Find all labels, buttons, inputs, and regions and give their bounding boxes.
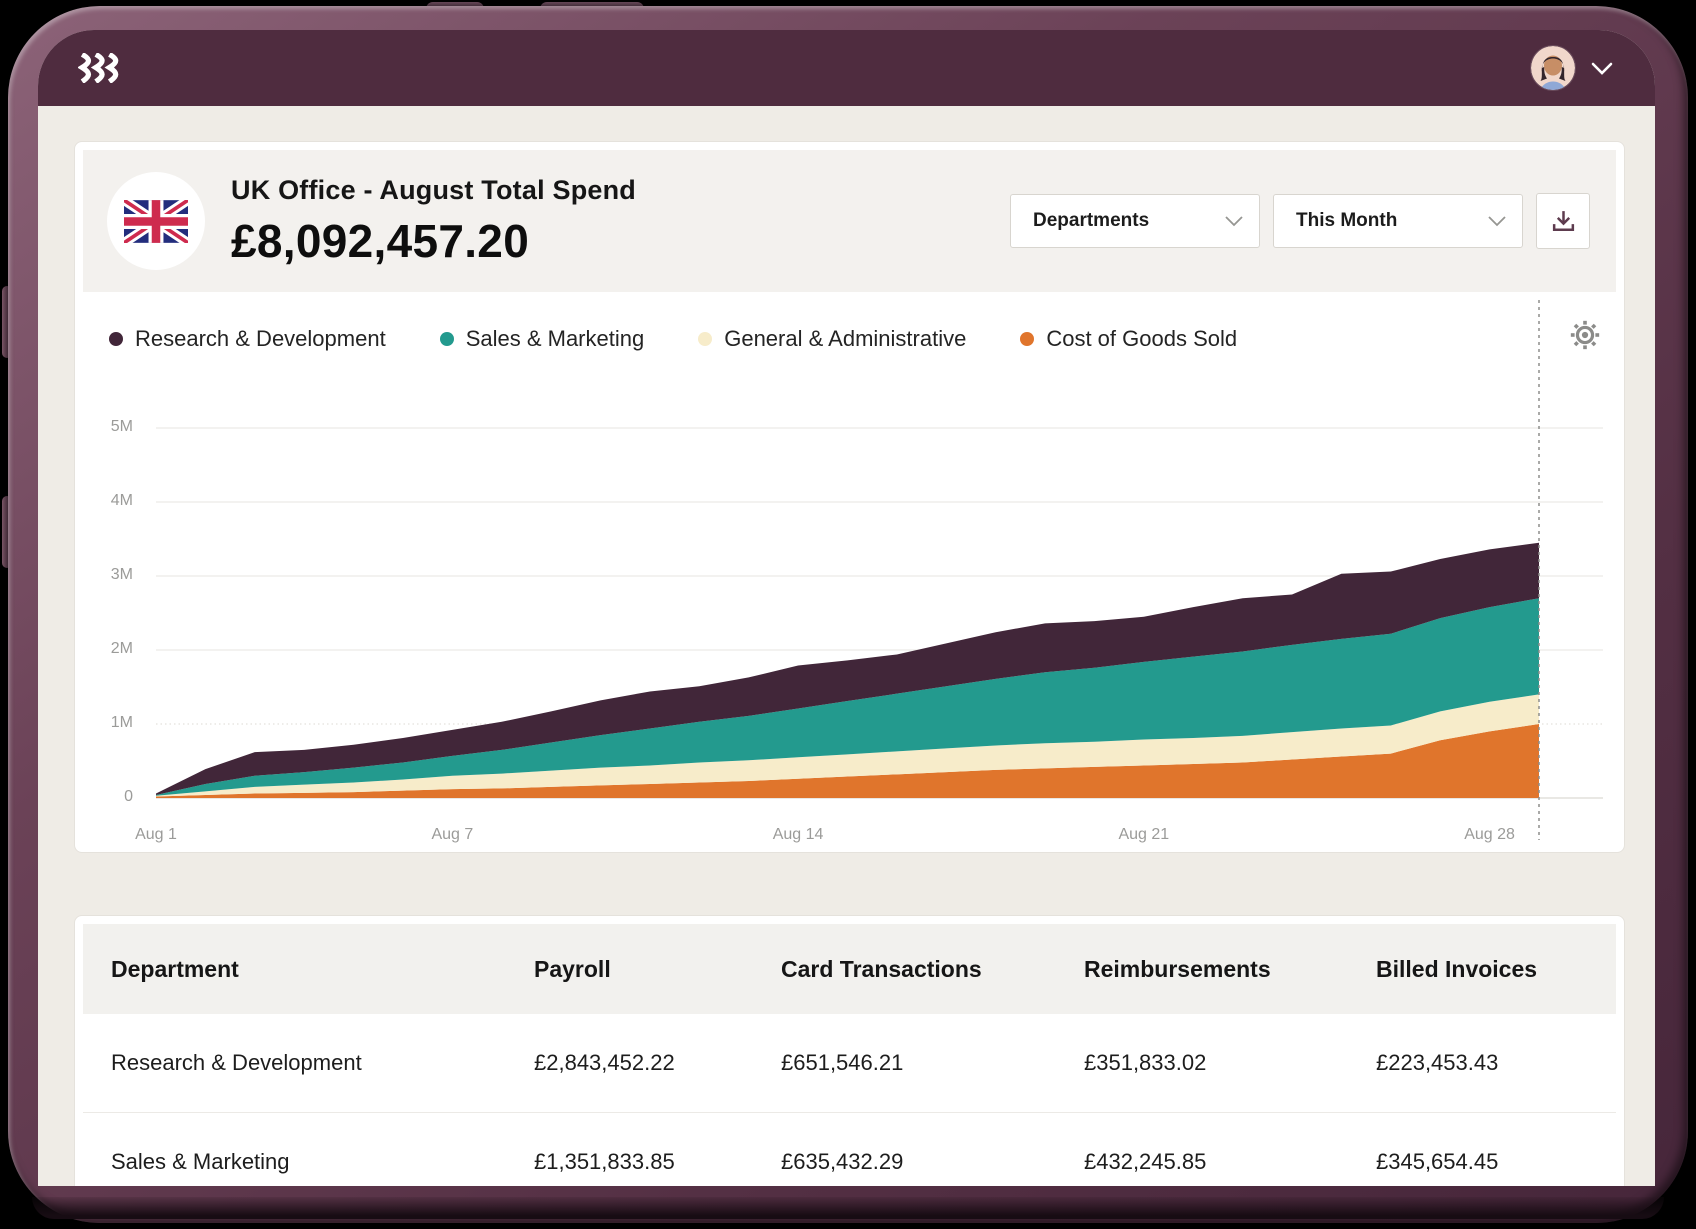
table-cell: £2,843,452.22 xyxy=(534,1050,781,1076)
chevron-down-icon[interactable] xyxy=(1591,62,1613,75)
summary-header: UK Office - August Total Spend £8,092,45… xyxy=(83,150,1616,292)
summary-card: UK Office - August Total Spend £8,092,45… xyxy=(74,141,1625,853)
x-axis-label: Aug 1 xyxy=(135,826,177,844)
table-row: Sales & Marketing£1,351,833.85£635,432.2… xyxy=(83,1112,1616,1186)
download-button[interactable] xyxy=(1536,193,1590,249)
department-table-card: DepartmentPayrollCard TransactionsReimbu… xyxy=(74,915,1625,1186)
table-cell: Sales & Marketing xyxy=(111,1149,534,1175)
y-axis-label: 0 xyxy=(83,788,133,806)
departments-select-label: Departments xyxy=(1033,210,1149,232)
table-cell: £345,654.45 xyxy=(1376,1149,1616,1175)
table-cell: £351,833.02 xyxy=(1084,1050,1376,1076)
top-bar xyxy=(38,30,1655,106)
table-cell: £432,245.85 xyxy=(1084,1149,1376,1175)
departments-select[interactable]: Departments xyxy=(1010,194,1260,248)
x-axis-label: Aug 28 xyxy=(1464,826,1515,844)
chevron-down-icon xyxy=(1488,216,1506,227)
chevron-down-icon xyxy=(1225,216,1243,227)
y-axis-label: 5M xyxy=(83,418,133,436)
y-axis-label: 2M xyxy=(83,640,133,658)
ramp-logo-icon xyxy=(78,53,122,83)
uk-flag-icon xyxy=(107,172,205,270)
table-header-cell: Billed Invoices xyxy=(1376,956,1616,983)
tablet-frame: UK Office - August Total Spend £8,092,45… xyxy=(8,6,1688,1223)
stacked-area-chart xyxy=(83,292,1616,847)
table-header-cell: Payroll xyxy=(534,956,781,983)
period-select-label: This Month xyxy=(1296,210,1397,232)
table-header-cell: Department xyxy=(111,956,534,983)
avatar[interactable] xyxy=(1531,46,1575,90)
page-title: UK Office - August Total Spend xyxy=(231,175,636,206)
table-header-cell: Card Transactions xyxy=(781,956,1084,983)
page: UK Office - August Total Spend £8,092,45… xyxy=(0,0,1696,1229)
total-amount: £8,092,457.20 xyxy=(231,214,636,268)
table-cell: £651,546.21 xyxy=(781,1050,1084,1076)
download-icon xyxy=(1550,208,1577,235)
table-cell: Research & Development xyxy=(111,1050,534,1076)
table-header-cell: Reimbursements xyxy=(1084,956,1376,983)
y-axis-label: 4M xyxy=(83,492,133,510)
screen: UK Office - August Total Spend £8,092,45… xyxy=(38,30,1655,1186)
x-axis-label: Aug 21 xyxy=(1118,826,1169,844)
table-body: Research & Development£2,843,452.22£651,… xyxy=(75,1014,1624,1186)
table-header-row: DepartmentPayrollCard TransactionsReimbu… xyxy=(83,924,1616,1014)
x-axis-label: Aug 7 xyxy=(431,826,473,844)
period-select[interactable]: This Month xyxy=(1273,194,1523,248)
x-axis-label: Aug 14 xyxy=(773,826,824,844)
table-cell: £635,432.29 xyxy=(781,1149,1084,1175)
table-cell: £1,351,833.85 xyxy=(534,1149,781,1175)
table-row: Research & Development£2,843,452.22£651,… xyxy=(83,1014,1616,1112)
y-axis-label: 1M xyxy=(83,714,133,732)
chart-panel: Research & DevelopmentSales & MarketingG… xyxy=(83,292,1616,844)
y-axis-label: 3M xyxy=(83,566,133,584)
table-cell: £223,453.43 xyxy=(1376,1050,1616,1076)
